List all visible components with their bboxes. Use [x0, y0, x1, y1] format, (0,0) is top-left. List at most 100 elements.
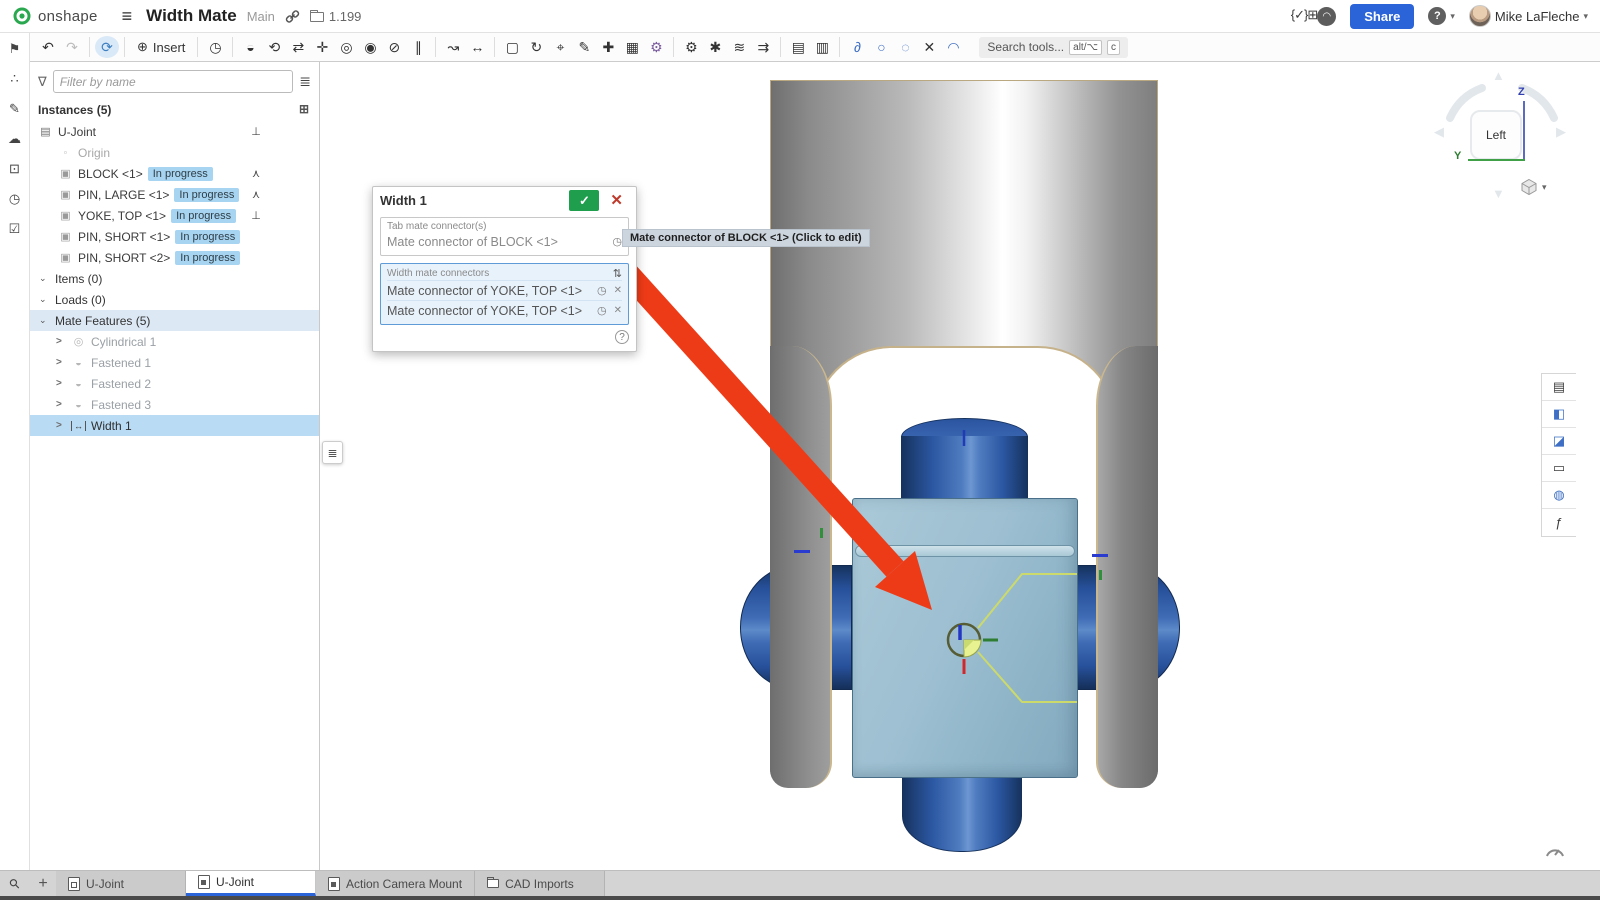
version-breadcrumb[interactable]: 1.199 — [310, 9, 362, 24]
rotate-up-arrow[interactable]: ▲ — [1492, 68, 1505, 83]
pin-slot-mate-button[interactable]: ⊘ — [382, 36, 406, 59]
pin-large-top[interactable] — [901, 436, 1028, 498]
mate-fastened-1[interactable]: > Fastened 1 — [30, 352, 319, 373]
history-panel-button[interactable]: ◷ — [4, 188, 26, 209]
remove-connector-icon[interactable]: ✕ — [614, 305, 622, 316]
list-view-icon[interactable]: ≣ — [299, 73, 311, 90]
bom-table-panel-button[interactable]: ▤ — [1542, 374, 1576, 401]
graphics-viewport[interactable] — [320, 62, 1600, 870]
dof-indicator-icon[interactable]: ⊥ — [248, 125, 264, 138]
chevron-right-icon[interactable]: > — [56, 357, 66, 368]
panel-collapse-handle[interactable]: ≣ — [322, 441, 343, 464]
tab-connector-row[interactable]: Mate connector of BLOCK <1> ◷ — [387, 232, 622, 251]
rotate-right-arrow[interactable]: ▶ — [1556, 124, 1566, 140]
drawing-panel-button[interactable]: ▭ — [1542, 455, 1576, 482]
parts-help-button[interactable]: ⊡ — [4, 158, 26, 179]
share-button[interactable]: Share — [1350, 4, 1414, 29]
ball-mate-button[interactable]: ◉ — [358, 36, 382, 59]
onshape-logo[interactable]: onshape — [12, 6, 98, 26]
dof-indicator-icon[interactable]: ⊥ — [248, 209, 264, 222]
main-menu-icon[interactable]: ≡ — [122, 6, 133, 27]
chevron-down-icon[interactable]: ⌄ — [39, 294, 49, 305]
feature-list-panel-button[interactable]: ⚑ — [4, 38, 26, 59]
comments-panel-button[interactable]: ☁ — [4, 128, 26, 149]
dof-indicator-icon[interactable]: ⋏ — [248, 188, 264, 201]
sim-gravity-button[interactable]: ◌ — [893, 36, 917, 59]
edit-in-place-button[interactable]: ✎ — [572, 36, 596, 59]
tab-action-camera-mount[interactable]: Action Camera Mount — [316, 871, 475, 896]
add-tab-button[interactable]: + — [30, 871, 56, 896]
dialog-header[interactable]: Width 1 ✓ ✕ — [373, 187, 636, 214]
width-mate-button[interactable]: ↔ — [465, 36, 489, 59]
learning-center-icon[interactable]: ◠ — [1317, 7, 1336, 26]
rotate-down-arrow[interactable]: ▼ — [1492, 186, 1505, 201]
dof-indicator-icon[interactable]: ⋏ — [248, 167, 264, 180]
mate-button[interactable]: ◷ — [203, 36, 227, 59]
tree-item-block-1[interactable]: BLOCK <1> In progress ⋏ — [30, 163, 319, 184]
workspace-name[interactable]: Main — [247, 9, 275, 24]
revolute-mate-button[interactable]: ⟲ — [262, 36, 286, 59]
selection-button[interactable]: ⌖ — [548, 36, 572, 59]
cylindrical-mate-button[interactable]: ◎ — [334, 36, 358, 59]
rotate-view-button[interactable]: ⟳ — [95, 36, 119, 58]
rack-relation-button[interactable]: ✱ — [703, 36, 727, 59]
tangent-mate-button[interactable]: ↝ — [441, 36, 465, 59]
api-explorer-icon[interactable]: {✓} — [1291, 7, 1308, 22]
tab-u-joint-assembly[interactable]: U-Joint — [186, 871, 316, 896]
tree-item-pin-short-1[interactable]: PIN, SHORT <1> In progress — [30, 226, 319, 247]
mate-fastened-2[interactable]: > Fastened 2 — [30, 373, 319, 394]
mate-width-1[interactable]: > Width 1 — [30, 415, 319, 436]
group-button[interactable]: ▢ — [500, 36, 524, 59]
tree-item-origin[interactable]: Origin — [30, 142, 319, 163]
sim-revolute-button[interactable]: ○ — [869, 36, 893, 59]
mate-connector-clock-icon[interactable]: ◷ — [597, 284, 607, 297]
tree-item-pin-large-1[interactable]: PIN, LARGE <1> In progress ⋏ — [30, 184, 319, 205]
sim-contact-button[interactable]: ∂ — [845, 36, 869, 59]
performance-gauge-icon[interactable] — [1544, 843, 1566, 861]
sim-constraint-button[interactable]: ✕ — [917, 36, 941, 59]
width-mate-connectors-field[interactable]: Width mate connectors ⇅ Mate connector o… — [380, 263, 629, 325]
display-states-button[interactable]: ▤ — [786, 36, 810, 59]
cancel-button[interactable]: ✕ — [604, 192, 629, 209]
chevron-right-icon[interactable]: > — [56, 399, 66, 410]
view-options-menu[interactable]: ▾ — [1520, 178, 1547, 196]
redo-button[interactable]: ↷ — [60, 36, 84, 59]
fastened-mate-button[interactable]: ◒ — [238, 36, 262, 59]
tree-item-pin-short-2[interactable]: PIN, SHORT <2> In progress — [30, 247, 319, 268]
reorder-icon[interactable]: ⇅ — [613, 267, 622, 280]
chevron-down-icon[interactable]: ⌄ — [39, 273, 49, 284]
slider-mate-button[interactable]: ⇄ — [286, 36, 310, 59]
checklist-panel-button[interactable]: ☑ — [4, 218, 26, 239]
filter-input[interactable] — [53, 70, 294, 93]
yoke-arm-left[interactable] — [770, 346, 832, 788]
insert-instance-icon[interactable]: ⊞ — [299, 102, 309, 116]
section-mate-features[interactable]: ⌄ Mate Features (5) — [30, 310, 319, 331]
named-positions-button[interactable]: ▥ — [810, 36, 834, 59]
view-cube-face[interactable]: Left — [1470, 110, 1522, 160]
tab-mate-connector-field[interactable]: Tab mate connector(s) Mate connector of … — [380, 217, 629, 256]
dialog-help-icon[interactable]: ? — [615, 330, 629, 344]
parallel-mate-button[interactable]: ∥ — [406, 36, 430, 59]
tab-cad-imports[interactable]: CAD Imports — [475, 871, 605, 896]
chevron-right-icon[interactable]: > — [56, 378, 66, 389]
rotate-left-arrow[interactable]: ◀ — [1434, 124, 1444, 140]
accept-button[interactable]: ✓ — [569, 190, 599, 211]
pin-large-bottom[interactable] — [902, 778, 1022, 852]
user-menu[interactable]: Mike LaFleche ▾ — [1469, 5, 1588, 27]
app-store-icon[interactable]: ⊞ — [1307, 7, 1317, 22]
remove-connector-icon[interactable]: ✕ — [614, 285, 622, 296]
chevron-right-icon[interactable]: > — [56, 336, 66, 347]
chevron-right-icon[interactable]: > — [56, 420, 66, 431]
section-items[interactable]: ⌄ Items (0) — [30, 268, 319, 289]
transform-button[interactable]: ✚ — [596, 36, 620, 59]
gear-relation-button[interactable]: ⚙ — [679, 36, 703, 59]
tree-item-u-joint[interactable]: U-Joint ⊥ — [30, 121, 319, 142]
help-menu[interactable]: ? ▾ — [1428, 7, 1455, 25]
versions-panel-button[interactable]: ∴ — [4, 68, 26, 89]
width-connector-row[interactable]: Mate connector of YOKE, TOP <1> ◷ ✕ — [387, 300, 622, 320]
yoke-arm-right[interactable] — [1096, 346, 1158, 788]
insert-button[interactable]: ⊕ Insert — [130, 36, 192, 59]
tab-u-joint-part-studio[interactable]: U-Joint — [56, 871, 186, 896]
replicate-button[interactable]: ↻ — [524, 36, 548, 59]
named-views-panel-button[interactable]: ◧ — [1542, 401, 1576, 428]
